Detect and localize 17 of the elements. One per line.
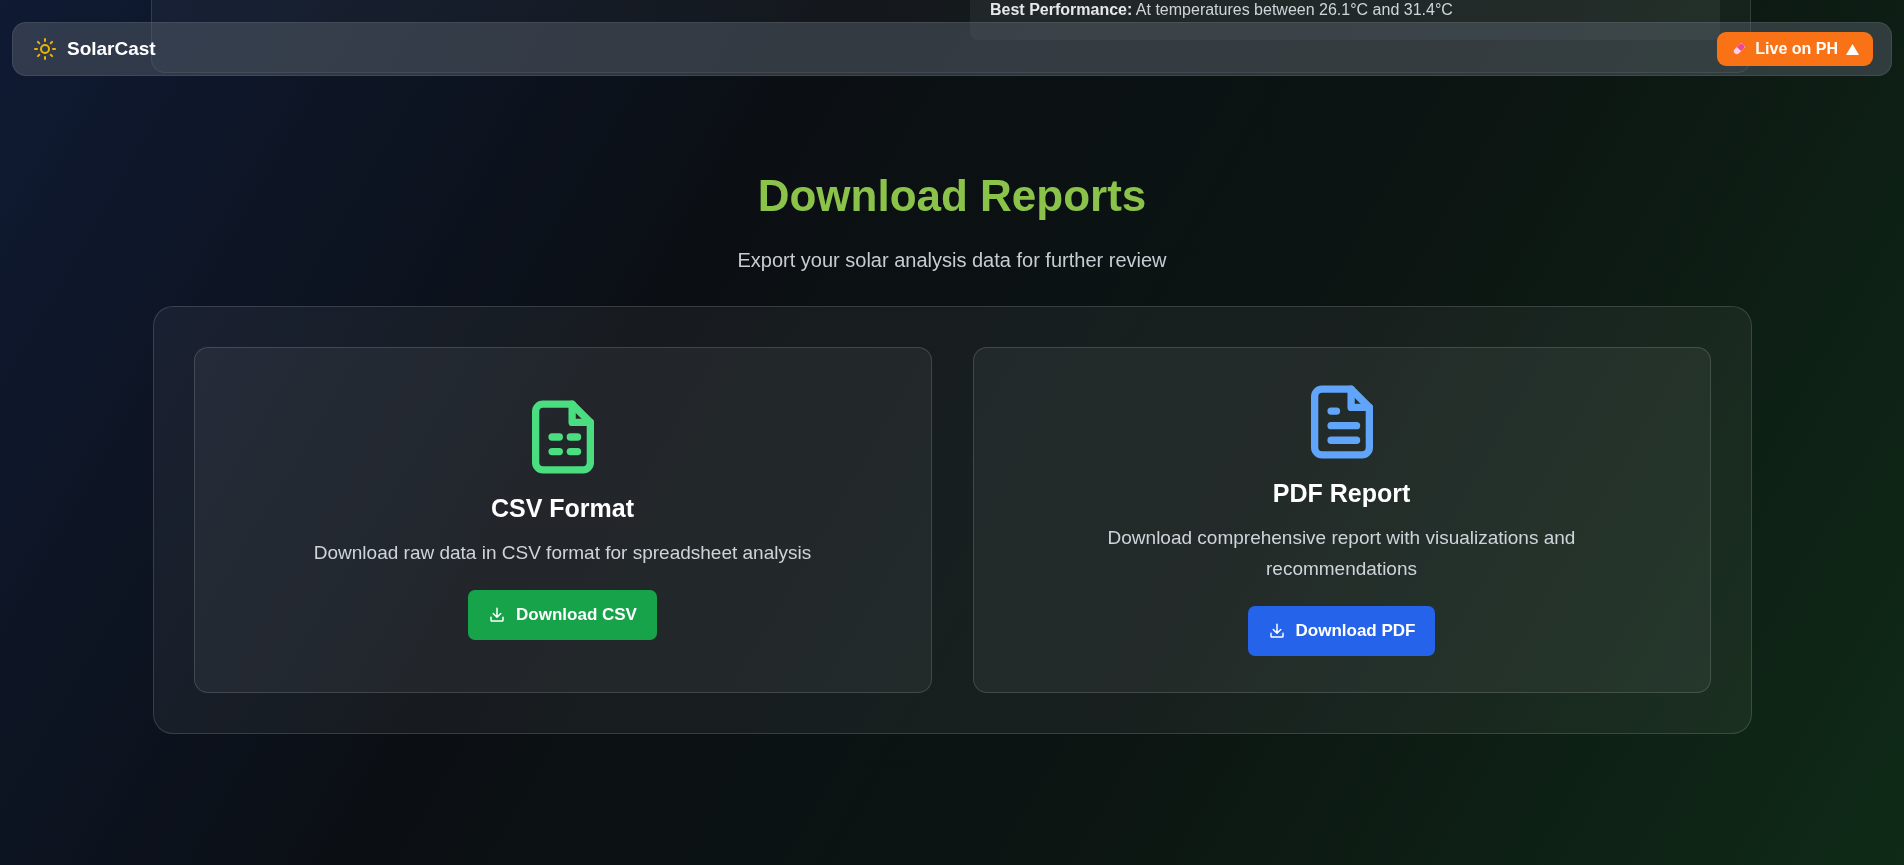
section-title: Download Reports <box>757 170 1147 222</box>
live-badge-link[interactable]: Live on PH <box>1717 32 1873 66</box>
download-button[interactable]: Download PDF <box>1247 605 1436 656</box>
best-performance-note: Best Performance: At temperatures between 26.1°C and 31.4°C <box>990 1 1453 18</box>
brand-name[interactable]: SolarCast <box>67 38 156 60</box>
upvote-triangle-icon <box>1846 43 1859 55</box>
spreadsheet-file-icon <box>531 400 594 474</box>
download-button[interactable]: Download CSV <box>468 590 657 640</box>
download-icon <box>488 606 507 624</box>
section-subtitle: Export your solar analysis data for further review <box>737 249 1167 272</box>
download-icon <box>1267 621 1286 640</box>
document-icon <box>1310 384 1373 459</box>
card-description: Download raw data in CSV format for spreadsheet analysis <box>313 541 812 565</box>
sun-icon <box>33 37 57 61</box>
card-description: Download comprehensive report with visualizations and recommendations <box>1106 525 1577 581</box>
card-title: PDF Report <box>1272 478 1411 508</box>
card-title: CSV Format <box>490 494 635 523</box>
